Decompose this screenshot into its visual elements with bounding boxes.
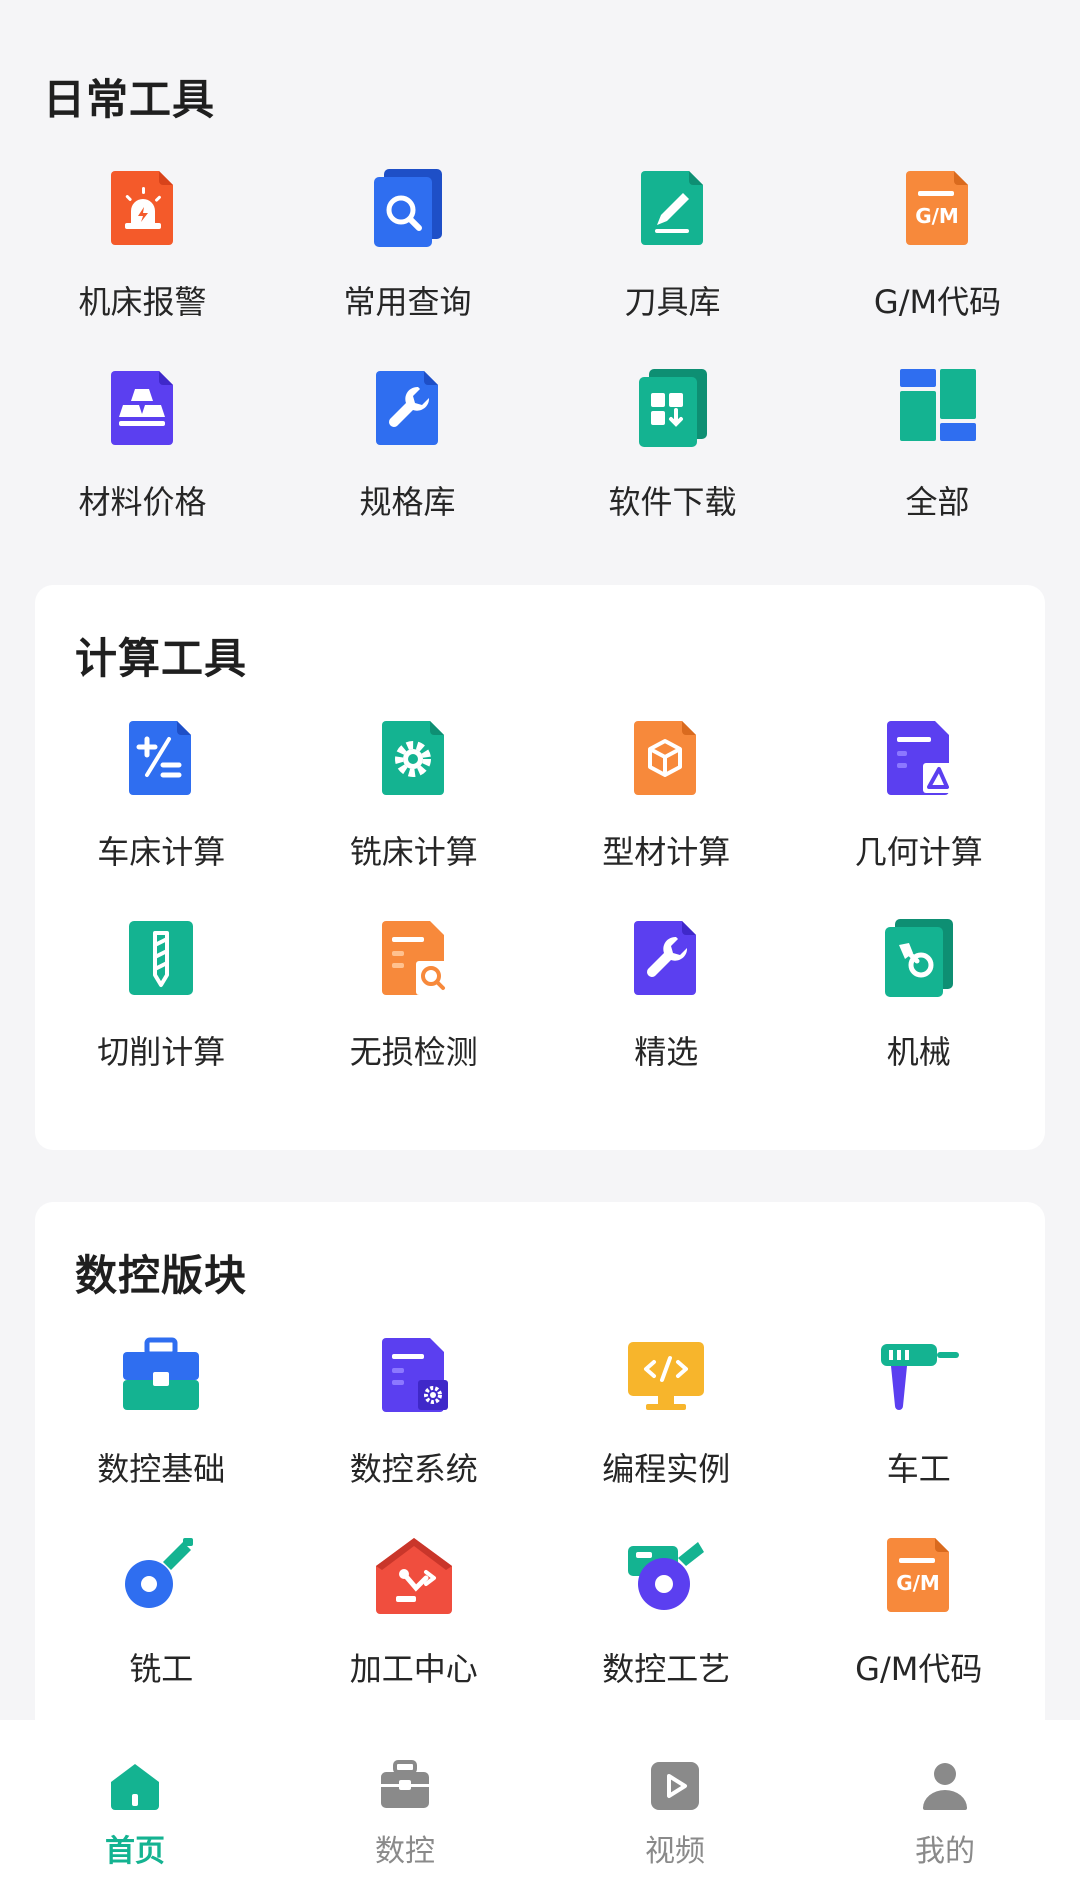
calc-tools-title: 计算工具 xyxy=(75,634,248,683)
code-monitor-icon xyxy=(628,1342,705,1410)
tab-label: 视频 xyxy=(645,1834,705,1869)
bottom-tab-bar: 首页 数控 视频 我的 xyxy=(0,1720,1080,1892)
tool-programming-examples[interactable]: 编程实例 xyxy=(540,1332,793,1532)
tool-label: 数控基础 xyxy=(97,1450,226,1488)
tab-home[interactable]: 首页 xyxy=(0,1720,270,1870)
tool-label: 铣床计算 xyxy=(349,833,478,871)
toolbox-icon xyxy=(381,1760,429,1808)
tool-milling-calc[interactable]: 铣床计算 xyxy=(288,715,541,915)
gold-bars-icon xyxy=(110,371,173,445)
tool-software-download[interactable]: 软件下载 xyxy=(540,365,805,565)
wrench-doc-icon xyxy=(375,371,438,445)
calc-tools-grid: 车床计算 铣床计算 型材计算 几何计算 切削计算 无损检测 精选 机械 xyxy=(35,715,1045,1115)
tab-label: 数控 xyxy=(375,1834,435,1869)
triangle-doc-icon xyxy=(886,721,953,795)
tool-label: 常用查询 xyxy=(343,283,472,321)
tool-common-query[interactable]: 常用查询 xyxy=(275,165,540,365)
daily-tools-section: 日常工具 机床报警 常用查询 刀具库 G/M G/M代码 材料价格 规格库 软件… xyxy=(0,0,1080,560)
home-icon xyxy=(111,1764,159,1810)
tool-label: 精选 xyxy=(634,1033,699,1071)
svg-text:G/M: G/M xyxy=(896,1571,940,1595)
tool-label: 铣工 xyxy=(129,1650,194,1688)
pen-doc-icon xyxy=(640,171,703,245)
tool-profile-calc[interactable]: 型材计算 xyxy=(540,715,793,915)
daily-tools-grid: 机床报警 常用查询 刀具库 G/M G/M代码 材料价格 规格库 软件下载 全部 xyxy=(10,165,1070,565)
video-play-icon xyxy=(651,1762,699,1810)
tool-mechanical[interactable]: 机械 xyxy=(793,915,1046,1115)
tool-cutter-library[interactable]: 刀具库 xyxy=(540,165,805,365)
tool-label: G/M代码 xyxy=(855,1650,983,1688)
tool-cnc-basics[interactable]: 数控基础 xyxy=(35,1332,288,1532)
tool-label: 材料价格 xyxy=(78,483,207,521)
tab-video[interactable]: 视频 xyxy=(540,1720,810,1870)
tool-label: 型材计算 xyxy=(602,833,731,871)
tool-label: 机械 xyxy=(886,1033,951,1071)
daily-tools-title: 日常工具 xyxy=(43,75,216,124)
cnc-section-title: 数控版块 xyxy=(75,1251,248,1300)
tool-lathe-calc[interactable]: 车床计算 xyxy=(35,715,288,915)
tool-label: 软件下载 xyxy=(608,483,737,521)
search-doc-icon xyxy=(373,169,442,247)
tool-label: 数控系统 xyxy=(349,1450,478,1488)
tool-label: 数控工艺 xyxy=(602,1650,731,1688)
tool-label: G/M代码 xyxy=(873,283,1002,321)
saw-machine-icon xyxy=(628,1542,705,1610)
cnc-section-grid: 数控基础 数控系统 编程实例 车工 铣工 加工中心 数控工艺 G/M G/M代码 xyxy=(35,1332,1045,1720)
tool-cnc-process[interactable]: 数控工艺 xyxy=(540,1532,793,1720)
tool-material-price[interactable]: 材料价格 xyxy=(10,365,275,565)
tool-gm-code[interactable]: G/M G/M代码 xyxy=(805,165,1070,365)
tool-miller[interactable]: 铣工 xyxy=(35,1532,288,1720)
angle-grinder-icon xyxy=(125,1538,194,1608)
tab-label: 我的 xyxy=(915,1834,975,1869)
tool-label: 切削计算 xyxy=(97,1033,226,1071)
tool-machining-center[interactable]: 加工中心 xyxy=(288,1532,541,1720)
tab-cnc[interactable]: 数控 xyxy=(270,1720,540,1870)
tool-turner[interactable]: 车工 xyxy=(793,1332,1046,1532)
app-download-icon xyxy=(638,369,707,447)
tool-label: 刀具库 xyxy=(624,283,721,321)
settings-doc-icon xyxy=(381,1338,448,1412)
tab-label: 首页 xyxy=(105,1834,165,1869)
scroll-content[interactable]: 日常工具 机床报警 常用查询 刀具库 G/M G/M代码 材料价格 规格库 软件… xyxy=(0,0,1080,1720)
tool-spec-library[interactable]: 规格库 xyxy=(275,365,540,565)
tool-ndt[interactable]: 无损检测 xyxy=(288,915,541,1115)
grid-all-icon xyxy=(899,369,976,441)
tab-mine[interactable]: 我的 xyxy=(810,1720,1080,1870)
drill-bit-doc-icon xyxy=(129,921,194,995)
tool-cutting-calc[interactable]: 切削计算 xyxy=(35,915,288,1115)
tool-cnc-system[interactable]: 数控系统 xyxy=(288,1332,541,1532)
tool-all[interactable]: 全部 xyxy=(805,365,1070,565)
tool-label: 机床报警 xyxy=(78,283,207,321)
tool-cnc-gm-code[interactable]: G/M G/M代码 xyxy=(793,1532,1046,1720)
wrench-doc-icon xyxy=(634,921,697,995)
alarm-light-icon xyxy=(110,171,173,245)
tool-featured[interactable]: 精选 xyxy=(540,915,793,1115)
tool-label: 编程实例 xyxy=(602,1450,731,1488)
calc-tools-card: 计算工具 车床计算 铣床计算 型材计算 几何计算 切削计算 无损检测 精选 机械 xyxy=(35,585,1045,1150)
plus-minus-doc-icon xyxy=(129,721,192,795)
robot-factory-icon xyxy=(375,1538,452,1614)
toolbox-icon xyxy=(123,1337,200,1410)
tool-label: 无损检测 xyxy=(349,1033,478,1071)
user-icon xyxy=(923,1763,967,1810)
tool-label: 几何计算 xyxy=(854,833,983,871)
tool-machine-alarm[interactable]: 机床报警 xyxy=(10,165,275,365)
cube-doc-icon xyxy=(634,721,697,795)
tool-label: 车床计算 xyxy=(97,833,226,871)
gm-code-icon: G/M xyxy=(886,1538,949,1612)
tool-label: 加工中心 xyxy=(349,1650,478,1688)
tool-label: 全部 xyxy=(905,483,970,521)
cnc-section-card: 数控版块 数控基础 数控系统 编程实例 车工 铣工 加工中心 数控工艺 G/M … xyxy=(35,1202,1045,1720)
gear-doc-icon xyxy=(381,721,444,795)
tool-label: 车工 xyxy=(886,1450,951,1488)
mechanical-icon xyxy=(884,919,953,997)
tool-geometry-calc[interactable]: 几何计算 xyxy=(793,715,1046,915)
tool-label: 规格库 xyxy=(359,483,456,521)
svg-text:G/M: G/M xyxy=(915,204,959,228)
inspect-doc-icon xyxy=(381,921,450,995)
gm-code-icon: G/M xyxy=(905,171,968,245)
drill-gun-icon xyxy=(880,1344,959,1410)
